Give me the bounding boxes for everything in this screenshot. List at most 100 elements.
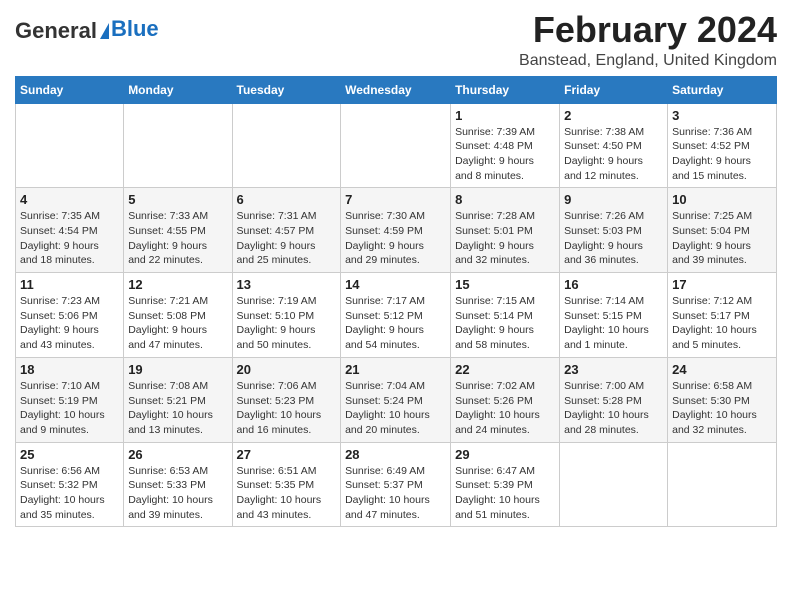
calendar-header-row: SundayMondayTuesdayWednesdayThursdayFrid… xyxy=(16,76,777,103)
day-number: 23 xyxy=(564,362,663,377)
day-info: Sunrise: 6:47 AM Sunset: 5:39 PM Dayligh… xyxy=(455,464,555,523)
calendar-cell: 21 Sunrise: 7:04 AM Sunset: 5:24 PM Dayli… xyxy=(341,357,451,442)
day-info: Sunrise: 7:14 AM Sunset: 5:15 PM Dayligh… xyxy=(564,294,663,353)
day-number: 29 xyxy=(455,447,555,462)
calendar-cell: 5Sunrise: 7:33 AM Sunset: 4:55 PM Daylig… xyxy=(124,188,232,273)
day-number: 3 xyxy=(672,108,772,123)
day-info: Sunrise: 7:30 AM Sunset: 4:59 PM Dayligh… xyxy=(345,209,446,268)
calendar-week-row: 25 Sunrise: 6:56 AM Sunset: 5:32 PM Dayli… xyxy=(16,442,777,527)
day-info: Sunrise: 7:33 AM Sunset: 4:55 PM Dayligh… xyxy=(128,209,227,268)
day-info: Sunrise: 6:53 AM Sunset: 5:33 PM Dayligh… xyxy=(128,464,227,523)
day-info: Sunrise: 7:21 AM Sunset: 5:08 PM Dayligh… xyxy=(128,294,227,353)
calendar-cell: 19 Sunrise: 7:08 AM Sunset: 5:21 PM Dayli… xyxy=(124,357,232,442)
calendar-cell: 17 Sunrise: 7:12 AM Sunset: 5:17 PM Dayli… xyxy=(668,273,777,358)
day-info: Sunrise: 7:10 AM Sunset: 5:19 PM Dayligh… xyxy=(20,379,119,438)
day-number: 7 xyxy=(345,192,446,207)
day-number: 1 xyxy=(455,108,555,123)
logo-line1: General xyxy=(15,18,97,43)
day-number: 18 xyxy=(20,362,119,377)
day-number: 26 xyxy=(128,447,227,462)
calendar-cell: 15 Sunrise: 7:15 AM Sunset: 5:14 PM Dayli… xyxy=(451,273,560,358)
logo-image: General Blue xyxy=(15,18,159,43)
day-info: Sunrise: 7:17 AM Sunset: 5:12 PM Dayligh… xyxy=(345,294,446,353)
day-info: Sunrise: 7:25 AM Sunset: 5:04 PM Dayligh… xyxy=(672,209,772,268)
day-number: 21 xyxy=(345,362,446,377)
day-info: Sunrise: 7:12 AM Sunset: 5:17 PM Dayligh… xyxy=(672,294,772,353)
calendar-cell: 27Sunrise: 6:51 AM Sunset: 5:35 PM Dayli… xyxy=(232,442,341,527)
day-number: 20 xyxy=(237,362,337,377)
calendar-cell: 29 Sunrise: 6:47 AM Sunset: 5:39 PM Dayli… xyxy=(451,442,560,527)
calendar-cell xyxy=(16,103,124,188)
calendar-cell: 24Sunrise: 6:58 AM Sunset: 5:30 PM Dayli… xyxy=(668,357,777,442)
calendar-cell: 10 Sunrise: 7:25 AM Sunset: 5:04 PM Dayli… xyxy=(668,188,777,273)
calendar-cell xyxy=(124,103,232,188)
day-info: Sunrise: 6:58 AM Sunset: 5:30 PM Dayligh… xyxy=(672,379,772,438)
calendar-week-row: 11Sunrise: 7:23 AM Sunset: 5:06 PM Dayli… xyxy=(16,273,777,358)
day-info: Sunrise: 7:39 AM Sunset: 4:48 PM Dayligh… xyxy=(455,125,555,184)
day-info: Sunrise: 7:06 AM Sunset: 5:23 PM Dayligh… xyxy=(237,379,337,438)
calendar-cell: 28Sunrise: 6:49 AM Sunset: 5:37 PM Dayli… xyxy=(341,442,451,527)
calendar-cell: 2Sunrise: 7:38 AM Sunset: 4:50 PM Daylig… xyxy=(560,103,668,188)
day-number: 9 xyxy=(564,192,663,207)
title-block: February 2024 Banstead, England, United … xyxy=(519,10,777,70)
page-header: General Blue February 2024 Banstead, Eng… xyxy=(15,10,777,70)
calendar-cell: 14 Sunrise: 7:17 AM Sunset: 5:12 PM Dayli… xyxy=(341,273,451,358)
calendar-cell: 6Sunrise: 7:31 AM Sunset: 4:57 PM Daylig… xyxy=(232,188,341,273)
day-info: Sunrise: 7:28 AM Sunset: 5:01 PM Dayligh… xyxy=(455,209,555,268)
calendar-cell: 12 Sunrise: 7:21 AM Sunset: 5:08 PM Dayli… xyxy=(124,273,232,358)
day-number: 15 xyxy=(455,277,555,292)
calendar-cell: 26 Sunrise: 6:53 AM Sunset: 5:33 PM Dayli… xyxy=(124,442,232,527)
day-info: Sunrise: 6:56 AM Sunset: 5:32 PM Dayligh… xyxy=(20,464,119,523)
day-number: 14 xyxy=(345,277,446,292)
day-info: Sunrise: 7:38 AM Sunset: 4:50 PM Dayligh… xyxy=(564,125,663,184)
day-info: Sunrise: 7:08 AM Sunset: 5:21 PM Dayligh… xyxy=(128,379,227,438)
day-number: 16 xyxy=(564,277,663,292)
day-info: Sunrise: 7:15 AM Sunset: 5:14 PM Dayligh… xyxy=(455,294,555,353)
column-header-friday: Friday xyxy=(560,76,668,103)
column-header-tuesday: Tuesday xyxy=(232,76,341,103)
day-number: 27 xyxy=(237,447,337,462)
day-number: 13 xyxy=(237,277,337,292)
column-header-saturday: Saturday xyxy=(668,76,777,103)
calendar-cell: 18 Sunrise: 7:10 AM Sunset: 5:19 PM Dayli… xyxy=(16,357,124,442)
day-number: 19 xyxy=(128,362,227,377)
day-info: Sunrise: 7:02 AM Sunset: 5:26 PM Dayligh… xyxy=(455,379,555,438)
day-number: 17 xyxy=(672,277,772,292)
calendar-cell: 4Sunrise: 7:35 AM Sunset: 4:54 PM Daylig… xyxy=(16,188,124,273)
logo: General Blue xyxy=(15,18,159,43)
calendar-week-row: 4Sunrise: 7:35 AM Sunset: 4:54 PM Daylig… xyxy=(16,188,777,273)
day-number: 8 xyxy=(455,192,555,207)
day-number: 22 xyxy=(455,362,555,377)
logo-blue-text: Blue xyxy=(111,16,159,42)
calendar-cell xyxy=(668,442,777,527)
calendar-cell: 9 Sunrise: 7:26 AM Sunset: 5:03 PM Daylig… xyxy=(560,188,668,273)
column-header-thursday: Thursday xyxy=(451,76,560,103)
calendar-cell: 25 Sunrise: 6:56 AM Sunset: 5:32 PM Dayli… xyxy=(16,442,124,527)
calendar-cell xyxy=(560,442,668,527)
day-number: 12 xyxy=(128,277,227,292)
day-number: 25 xyxy=(20,447,119,462)
day-info: Sunrise: 7:00 AM Sunset: 5:28 PM Dayligh… xyxy=(564,379,663,438)
calendar-cell: 3Sunrise: 7:36 AM Sunset: 4:52 PM Daylig… xyxy=(668,103,777,188)
calendar-cell: 23 Sunrise: 7:00 AM Sunset: 5:28 PM Dayli… xyxy=(560,357,668,442)
calendar-table: SundayMondayTuesdayWednesdayThursdayFrid… xyxy=(15,76,777,528)
day-number: 10 xyxy=(672,192,772,207)
day-number: 6 xyxy=(237,192,337,207)
calendar-cell: 13 Sunrise: 7:19 AM Sunset: 5:10 PM Dayli… xyxy=(232,273,341,358)
calendar-cell xyxy=(341,103,451,188)
calendar-cell: 11Sunrise: 7:23 AM Sunset: 5:06 PM Dayli… xyxy=(16,273,124,358)
subtitle: Banstead, England, United Kingdom xyxy=(519,52,777,70)
day-info: Sunrise: 7:26 AM Sunset: 5:03 PM Dayligh… xyxy=(564,209,663,268)
logo-text: General xyxy=(15,18,109,43)
calendar-cell: 16 Sunrise: 7:14 AM Sunset: 5:15 PM Dayli… xyxy=(560,273,668,358)
calendar-cell: 22 Sunrise: 7:02 AM Sunset: 5:26 PM Dayli… xyxy=(451,357,560,442)
calendar-week-row: 1 Sunrise: 7:39 AM Sunset: 4:48 PM Daylig… xyxy=(16,103,777,188)
day-number: 28 xyxy=(345,447,446,462)
day-info: Sunrise: 7:04 AM Sunset: 5:24 PM Dayligh… xyxy=(345,379,446,438)
logo-icon xyxy=(100,23,109,39)
day-info: Sunrise: 7:19 AM Sunset: 5:10 PM Dayligh… xyxy=(237,294,337,353)
calendar-cell: 8 Sunrise: 7:28 AM Sunset: 5:01 PM Daylig… xyxy=(451,188,560,273)
calendar-cell: 1 Sunrise: 7:39 AM Sunset: 4:48 PM Daylig… xyxy=(451,103,560,188)
calendar-cell: 20 Sunrise: 7:06 AM Sunset: 5:23 PM Dayli… xyxy=(232,357,341,442)
main-title: February 2024 xyxy=(519,10,777,50)
